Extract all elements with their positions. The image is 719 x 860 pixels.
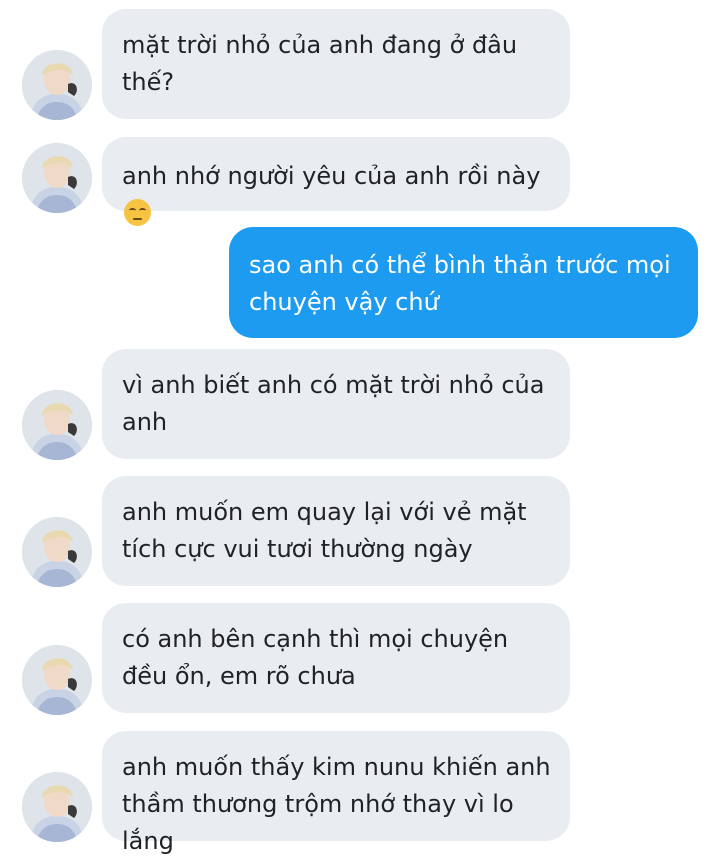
avatar[interactable] (22, 645, 92, 715)
avatar[interactable] (22, 517, 92, 587)
message-bubble[interactable]: anh muốn thấy kim nunu khiến anh thầm th… (102, 731, 570, 855)
message-text: anh nhớ người yêu của anh rồi này (122, 162, 541, 190)
message-bubble[interactable]: vì anh biết anh có mặt trời nhỏ của anh (102, 349, 570, 459)
avatar[interactable] (22, 772, 92, 842)
avatar-photo-icon (22, 772, 92, 842)
pensive-face-emoji (124, 199, 151, 226)
avatar[interactable] (22, 390, 92, 460)
message-bubble[interactable]: anh nhớ người yêu của anh rồi này (102, 137, 570, 226)
avatar-photo-icon (22, 50, 92, 120)
avatar[interactable] (22, 143, 92, 213)
avatar-photo-icon (22, 645, 92, 715)
message-bubble[interactable]: có anh bên cạnh thì mọi chuyện đều ổn, e… (102, 603, 570, 713)
avatar-photo-icon (22, 143, 92, 213)
avatar-photo-icon (22, 390, 92, 460)
chat-thread: mặt trời nhỏ của anh đang ở đâu thế? anh… (0, 0, 719, 855)
message-bubble[interactable]: mặt trời nhỏ của anh đang ở đâu thế? (102, 9, 570, 119)
message-bubble[interactable]: anh muốn em quay lại với vẻ mặt tích cực… (102, 476, 570, 586)
avatar[interactable] (22, 50, 92, 120)
avatar-photo-icon (22, 517, 92, 587)
message-bubble-outgoing[interactable]: sao anh có thể bình thản trước mọi chuyệ… (229, 227, 698, 338)
